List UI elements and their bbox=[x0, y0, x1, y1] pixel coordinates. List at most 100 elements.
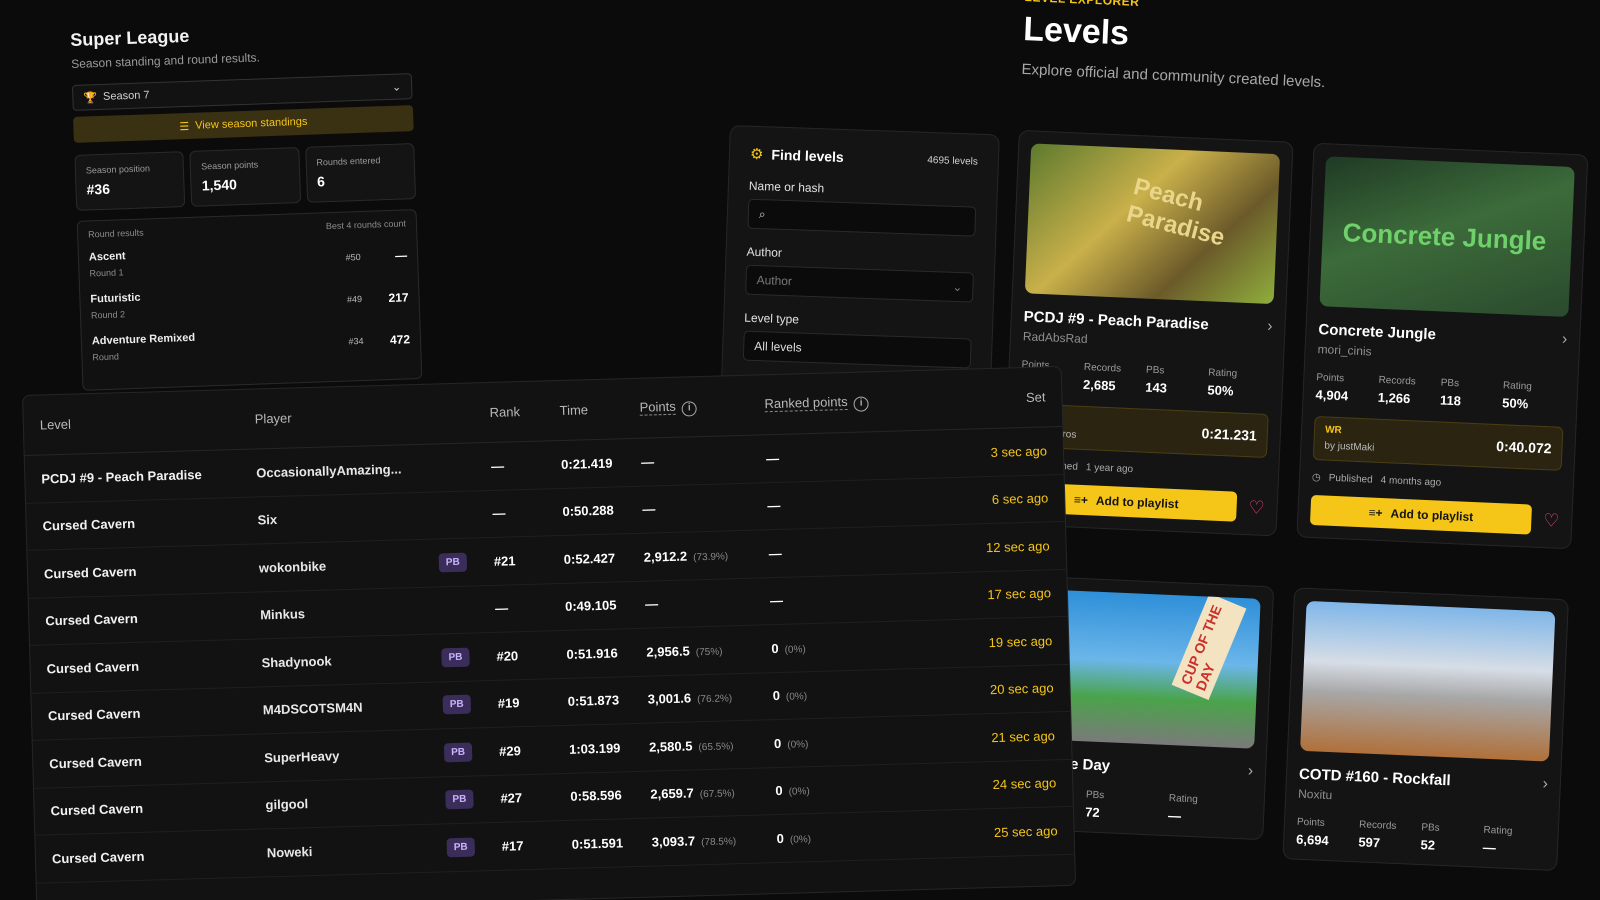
row-ranked-points: 0 (0%) bbox=[771, 635, 971, 656]
row-level[interactable]: Cursed Cavern bbox=[52, 845, 267, 867]
round-row[interactable]: Ascent Round 1 #50 — bbox=[89, 240, 408, 281]
row-time: 0:51.916 bbox=[566, 645, 618, 662]
row-points: — bbox=[642, 498, 767, 517]
stat-label: Rating bbox=[1483, 824, 1513, 838]
row-rank: #17 bbox=[501, 837, 524, 854]
row-player[interactable]: SuperHeavy bbox=[264, 745, 444, 765]
row-points: 2,659.7 (67.5%) bbox=[650, 783, 775, 802]
chevron-right-icon[interactable]: › bbox=[1267, 318, 1273, 336]
row-level[interactable]: PCDJ #9 - Peach Paradise bbox=[41, 465, 256, 486]
points-value: 2,912.2 bbox=[643, 548, 688, 565]
col-time[interactable]: Time bbox=[559, 401, 639, 418]
row-player[interactable]: Minkus bbox=[260, 603, 440, 622]
round-row[interactable]: Adventure Remixed Round #34 472 bbox=[92, 324, 411, 365]
row-player[interactable]: Noweki bbox=[267, 840, 447, 860]
row-rank: — bbox=[492, 505, 506, 522]
stat-pbs: 72 bbox=[1084, 804, 1100, 821]
row-player[interactable]: Shadynook bbox=[261, 650, 441, 670]
row-level[interactable]: Cursed Cavern bbox=[50, 798, 265, 819]
row-level[interactable]: Cursed Cavern bbox=[44, 560, 259, 582]
ranked-percent: (0%) bbox=[788, 786, 810, 798]
round-results-note: Best 4 rounds count bbox=[325, 218, 407, 232]
col-rank[interactable]: Rank bbox=[489, 403, 559, 420]
row-level[interactable]: Cursed Cavern bbox=[46, 655, 261, 677]
row-level[interactable]: Cursed Cavern bbox=[49, 750, 264, 772]
author-label: Author bbox=[746, 244, 783, 260]
points-value: 3,001.6 bbox=[647, 690, 692, 707]
pb-badge: PB bbox=[441, 647, 470, 668]
add-to-playlist-button[interactable]: ≡+ Add to playlist bbox=[1309, 494, 1532, 535]
stat-label: PBs bbox=[1145, 364, 1165, 377]
level-card[interactable]: COTD #160 - Rockfall › Noxitu Points 6,69… bbox=[1282, 587, 1569, 872]
row-player[interactable]: wokonbike bbox=[259, 555, 439, 575]
chevron-right-icon[interactable]: › bbox=[1247, 762, 1253, 780]
league-stats: Season position #36 Season points 1,540 … bbox=[74, 143, 417, 211]
chevron-right-icon[interactable]: › bbox=[1542, 775, 1548, 793]
pb-badge: PB bbox=[442, 694, 471, 715]
row-level[interactable]: Cursed Cavern bbox=[42, 513, 257, 534]
level-type-select[interactable]: All levels bbox=[742, 330, 972, 369]
col-ranked-points[interactable]: Ranked points i bbox=[764, 390, 964, 414]
col-points-label: Points bbox=[639, 398, 676, 416]
clock-icon: ◷ bbox=[1311, 471, 1321, 484]
stat-value: 1,540 bbox=[201, 176, 238, 194]
name-hash-input[interactable]: ⌕ bbox=[747, 198, 977, 237]
heart-icon[interactable]: ♡ bbox=[1248, 497, 1265, 519]
season-select[interactable]: 🏆 Season 7 ⌄ bbox=[71, 73, 413, 111]
chevron-right-icon[interactable]: › bbox=[1562, 331, 1568, 349]
row-rank: #29 bbox=[498, 742, 522, 759]
row-time: 0:51.873 bbox=[567, 692, 620, 710]
playlist-add-icon: ≡+ bbox=[1368, 505, 1383, 521]
row-player[interactable]: M4DSCOTSM4N bbox=[263, 698, 443, 718]
row-level[interactable]: Cursed Cavern bbox=[45, 608, 260, 629]
row-set-time: 21 sec ago bbox=[991, 728, 1056, 745]
ranked-value: — bbox=[769, 593, 784, 609]
round-points: — bbox=[394, 248, 408, 263]
row-ranked-points: 0 (0%) bbox=[772, 683, 972, 703]
level-type-value: All levels bbox=[754, 338, 802, 355]
col-level[interactable]: Level bbox=[40, 412, 255, 433]
level-thumbnail: Peach Paradise bbox=[1024, 143, 1281, 305]
row-player[interactable]: Six bbox=[257, 508, 437, 528]
level-card[interactable]: Concrete Jungle Concrete Jungle › mori_c… bbox=[1296, 142, 1589, 550]
row-level[interactable]: Cursed Cavern bbox=[48, 703, 263, 724]
row-time: 0:49.105 bbox=[564, 597, 617, 615]
info-icon[interactable]: i bbox=[681, 400, 697, 417]
ranked-percent: (0%) bbox=[784, 643, 806, 656]
level-thumbnail: Concrete Jungle bbox=[1319, 156, 1575, 318]
row-points: — bbox=[641, 451, 766, 469]
points-percent: (75%) bbox=[695, 646, 723, 659]
chevron-down-icon: ⌄ bbox=[952, 279, 963, 295]
col-player[interactable]: Player bbox=[255, 406, 435, 426]
points-value: 2,580.5 bbox=[648, 738, 693, 755]
heart-icon[interactable]: ♡ bbox=[1543, 510, 1560, 532]
row-set-time: 24 sec ago bbox=[992, 775, 1057, 793]
view-standings-button[interactable]: ☰ View season standings bbox=[73, 105, 414, 143]
author-select[interactable]: Author ⌄ bbox=[745, 264, 974, 303]
wr-time: 0:40.072 bbox=[1495, 437, 1552, 457]
level-thumbnail bbox=[1300, 600, 1556, 762]
published-info: ◷ Published 4 months ago bbox=[1312, 472, 1561, 494]
round-points: 217 bbox=[388, 290, 409, 306]
round-row[interactable]: Futuristic Round 2 #49 217 bbox=[90, 282, 409, 323]
add-to-playlist-label: Add to playlist bbox=[1390, 506, 1474, 525]
stat-label: Rating bbox=[1168, 793, 1198, 806]
world-record[interactable]: WR by justMaki 0:40.072 bbox=[1312, 416, 1564, 471]
row-time: 0:21.419 bbox=[560, 455, 613, 472]
row-player[interactable]: OccasionallyAmazing... bbox=[256, 460, 436, 480]
published-date: 1 year ago bbox=[1085, 462, 1134, 476]
row-set-time: 19 sec ago bbox=[988, 633, 1053, 650]
stat-label: PBs bbox=[1421, 822, 1440, 834]
row-rank: #20 bbox=[496, 648, 519, 664]
published-date: 4 months ago bbox=[1380, 474, 1442, 489]
row-rank: #19 bbox=[497, 695, 520, 712]
level-type-label: Level type bbox=[744, 310, 800, 327]
row-player[interactable]: gilgool bbox=[265, 793, 445, 812]
ranked-value: 0 bbox=[775, 783, 783, 799]
col-set[interactable]: Set bbox=[964, 389, 1046, 406]
round-results-label: Round results bbox=[87, 227, 144, 240]
info-icon[interactable]: i bbox=[853, 395, 869, 412]
col-points[interactable]: Points i bbox=[639, 396, 764, 417]
row-set-time: 12 sec ago bbox=[985, 538, 1050, 555]
find-levels-title: Find levels bbox=[771, 146, 845, 165]
